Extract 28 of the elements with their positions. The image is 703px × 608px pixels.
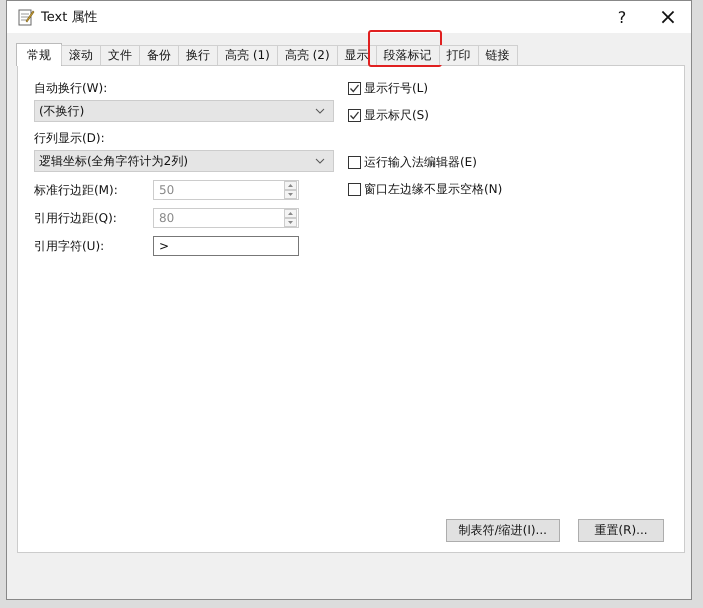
field-label: 自动换行(W):: [34, 80, 108, 97]
dropdown[interactable]: 逻辑坐标(全角字符计为2列): [34, 150, 334, 172]
chevron-down-icon: [315, 108, 325, 114]
tab[interactable]: 常规: [16, 43, 62, 66]
field-label: 引用字符(U):: [34, 238, 106, 254]
checkbox-label: 显示行号(L): [364, 80, 428, 97]
tab[interactable]: 链接: [478, 45, 518, 65]
field-label: 引用行边距(Q):: [34, 210, 118, 226]
field-label: 行列显示(D):: [34, 130, 106, 147]
field-label: 标准行边距(M):: [34, 182, 119, 198]
checkbox-label: 运行输入法编辑器(E): [364, 154, 477, 171]
notepad-icon: [17, 8, 35, 26]
checkbox-label: 显示标尺(S): [364, 107, 429, 124]
checkbox-label: 窗口左边缘不显示空格(N): [364, 181, 502, 198]
close-button[interactable]: ×: [645, 1, 691, 33]
tab[interactable]: 打印: [438, 45, 479, 65]
dialog-button[interactable]: 制表符/缩进(I)...: [446, 519, 560, 542]
text-field[interactable]: >: [153, 236, 299, 256]
dropdown[interactable]: (不换行): [34, 100, 334, 122]
help-button[interactable]: ?: [599, 1, 645, 33]
tab[interactable]: 滚动: [61, 45, 101, 65]
window-title: Text 属性: [41, 9, 98, 26]
chevron-down-icon: [315, 158, 325, 164]
dialog-button[interactable]: 重置(R)...: [578, 519, 664, 542]
checkbox[interactable]: [348, 183, 361, 196]
checkbox[interactable]: [348, 109, 361, 122]
checkbox[interactable]: [348, 82, 361, 95]
checkbox[interactable]: [348, 156, 361, 169]
